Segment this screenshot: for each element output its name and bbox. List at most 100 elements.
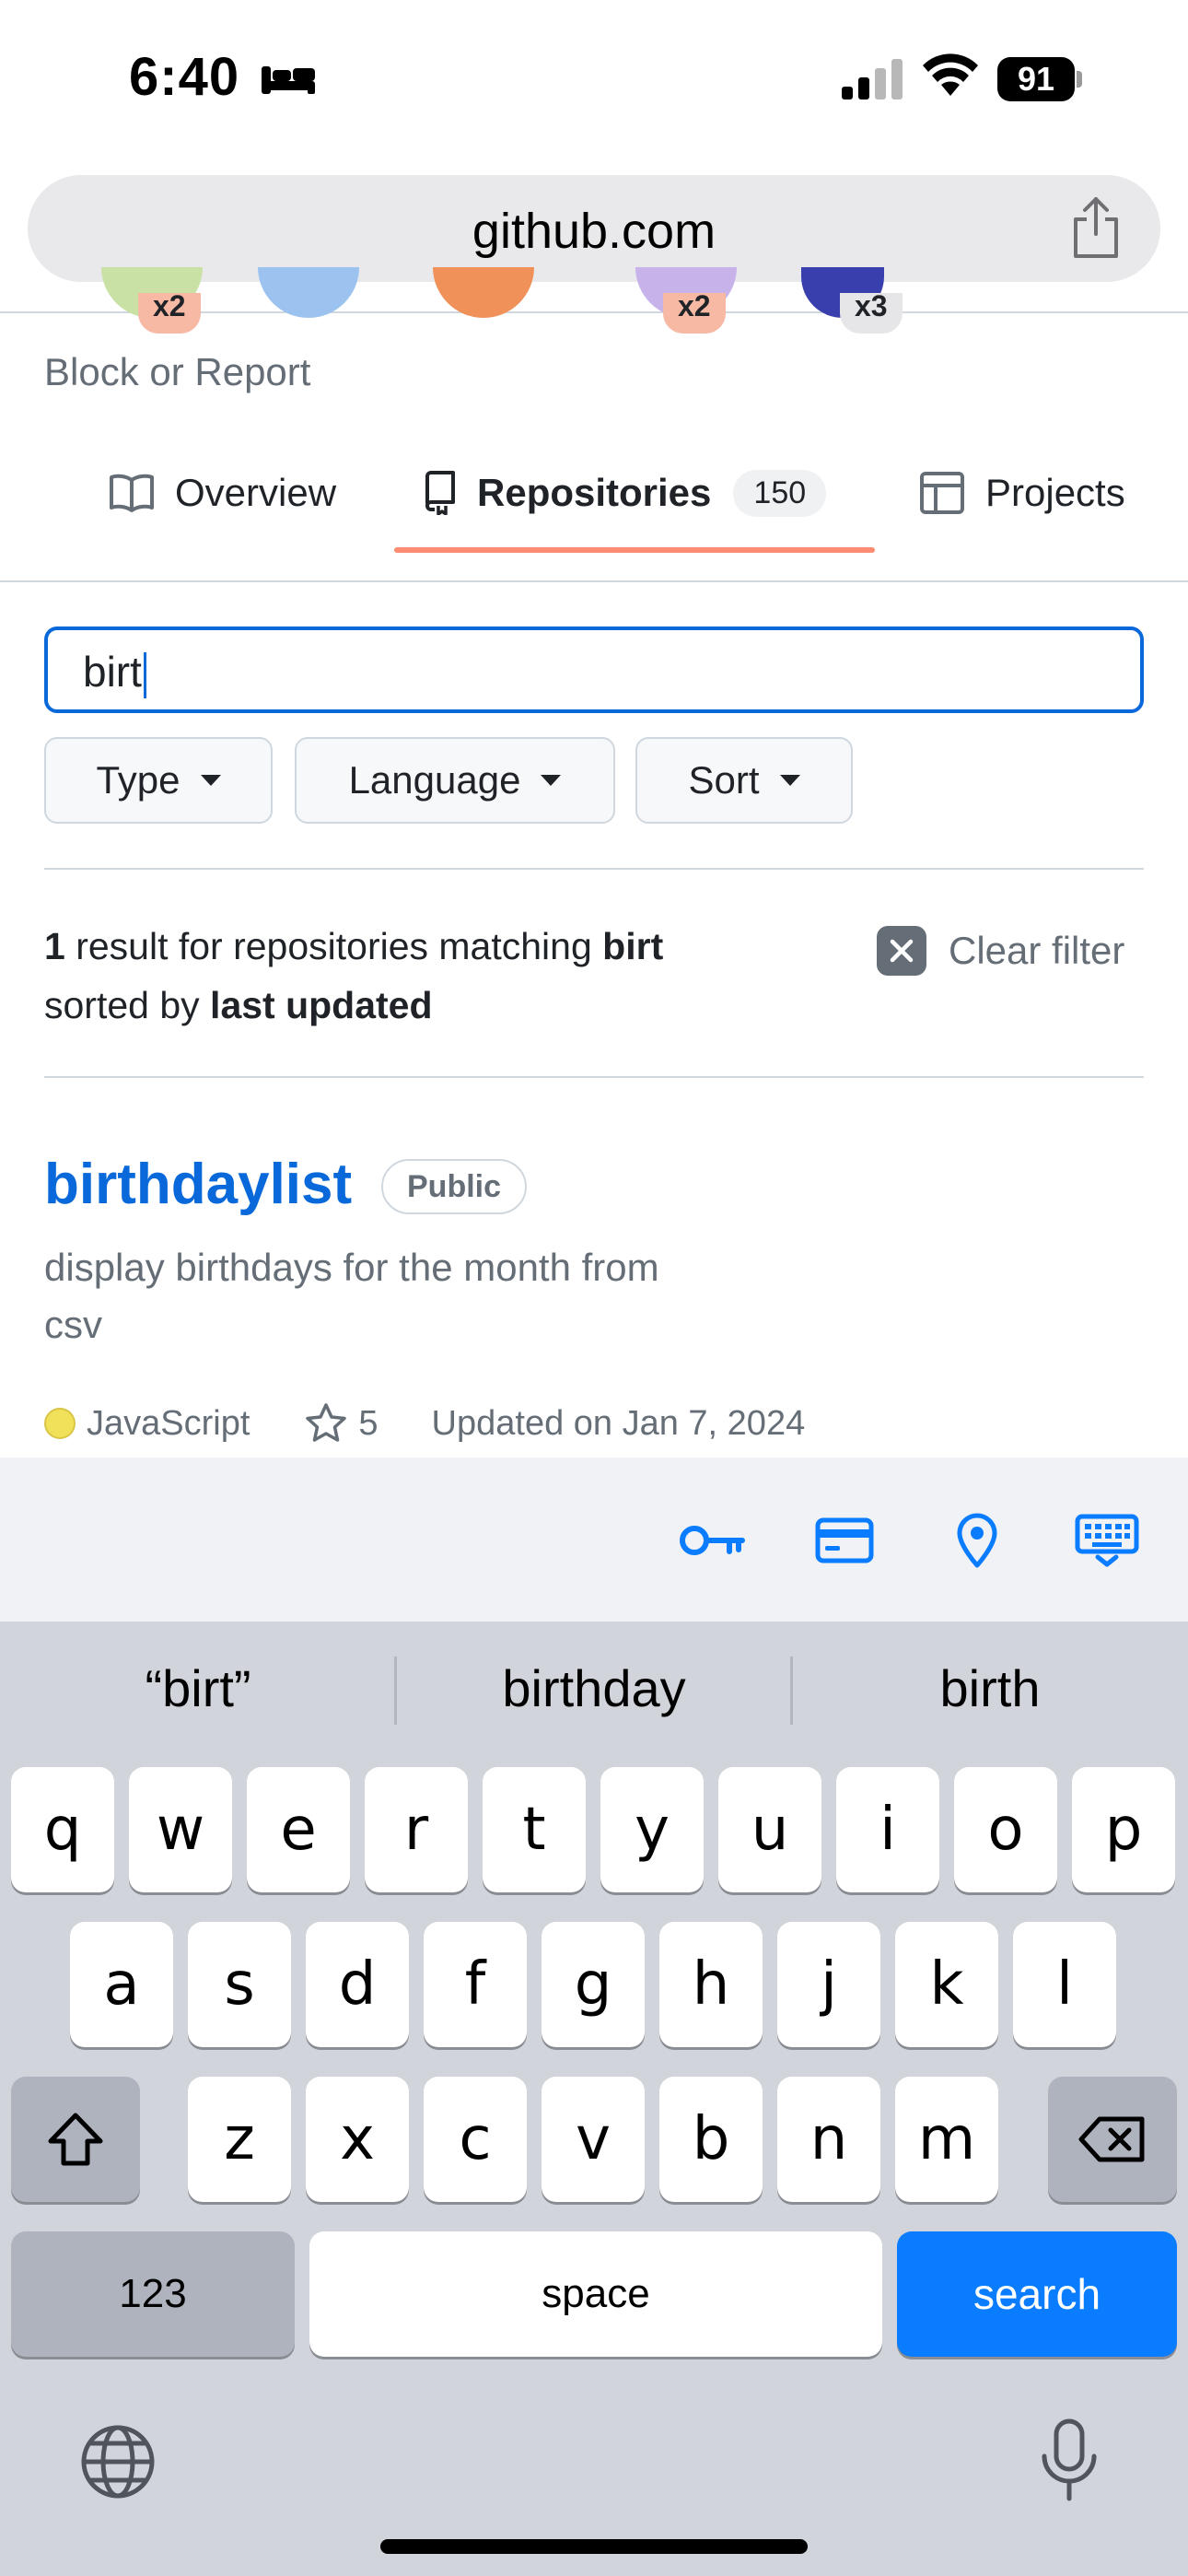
caret-down-icon bbox=[541, 775, 562, 786]
battery-cap bbox=[1077, 71, 1082, 88]
tab-repositories[interactable]: Repositories 150 bbox=[422, 461, 827, 525]
filter-label: Language bbox=[348, 758, 521, 802]
key-n[interactable]: n bbox=[777, 2077, 880, 2202]
keyboard-dismiss-icon[interactable] bbox=[1074, 1513, 1140, 1568]
key-l[interactable]: l bbox=[1013, 1922, 1116, 2047]
filter-label: Sort bbox=[688, 758, 760, 802]
key-r[interactable]: r bbox=[365, 1767, 468, 1892]
star-count[interactable]: 5 bbox=[358, 1404, 378, 1444]
wifi-icon bbox=[923, 53, 978, 96]
key-t[interactable]: t bbox=[483, 1767, 586, 1892]
sort-filter-button[interactable]: Sort bbox=[635, 737, 853, 824]
cellular-signal-icon bbox=[842, 59, 903, 100]
key-h[interactable]: h bbox=[659, 1922, 763, 2047]
clear-filter-label: Clear filter bbox=[949, 929, 1125, 972]
status-time: 6:40 bbox=[129, 47, 240, 107]
backspace-icon bbox=[1078, 2116, 1145, 2162]
search-key[interactable]: search bbox=[897, 2231, 1177, 2357]
visibility-badge: Public bbox=[381, 1159, 528, 1214]
caret-down-icon bbox=[779, 775, 800, 786]
key-o[interactable]: o bbox=[954, 1767, 1057, 1892]
shift-key[interactable] bbox=[11, 2077, 140, 2202]
repo-description: display birthdays for the month from csv bbox=[44, 1246, 659, 1346]
key-j[interactable]: j bbox=[777, 1922, 880, 2047]
caret-down-icon bbox=[200, 775, 221, 786]
repo-language: JavaScript bbox=[87, 1403, 250, 1443]
text-cursor bbox=[143, 651, 146, 698]
battery-level: 91 bbox=[997, 57, 1075, 101]
key-d[interactable]: d bbox=[306, 1922, 409, 2047]
achievement-badge: x2 bbox=[138, 291, 201, 334]
language-color-dot bbox=[44, 1408, 76, 1439]
table-icon bbox=[920, 472, 964, 514]
clear-filter-button[interactable]: Clear filter bbox=[877, 926, 1124, 976]
repo-updated: Updated on Jan 7, 2024 bbox=[431, 1403, 806, 1443]
location-pin-icon[interactable] bbox=[954, 1513, 1000, 1568]
active-tab-indicator bbox=[394, 547, 875, 553]
repo-icon bbox=[425, 471, 455, 515]
repo-name-link[interactable]: birthdaylist bbox=[44, 1152, 352, 1217]
key-v[interactable]: v bbox=[542, 2077, 645, 2202]
status-bar: 6:40 91 bbox=[0, 0, 1188, 161]
repository-search-input[interactable]: birt bbox=[44, 626, 1144, 713]
key-a[interactable]: a bbox=[70, 1922, 173, 2047]
address-bar[interactable]: github.com bbox=[28, 175, 1160, 282]
key-m[interactable]: m bbox=[895, 2077, 998, 2202]
achievement-badge: x2 bbox=[663, 291, 726, 334]
key-i[interactable]: i bbox=[836, 1767, 939, 1892]
key-x[interactable]: x bbox=[306, 2077, 409, 2202]
repo-meta: JavaScript 5 Updated on Jan 7, 2024 bbox=[44, 1396, 805, 1451]
shift-icon bbox=[48, 2113, 103, 2166]
avatar[interactable] bbox=[433, 267, 534, 318]
key-c[interactable]: c bbox=[424, 2077, 527, 2202]
key-s[interactable]: s bbox=[188, 1922, 291, 2047]
suggestion-1[interactable]: “birt” bbox=[0, 1658, 396, 1718]
battery-indicator: 91 bbox=[997, 57, 1082, 101]
suggestion-2[interactable]: birthday bbox=[396, 1658, 792, 1718]
address-text[interactable]: github.com bbox=[28, 203, 1160, 260]
star-icon[interactable] bbox=[305, 1402, 347, 1445]
key-u[interactable]: u bbox=[718, 1767, 821, 1892]
microphone-icon[interactable] bbox=[1039, 2418, 1100, 2504]
delete-key[interactable] bbox=[1048, 2077, 1177, 2202]
search-input-value[interactable]: birt bbox=[83, 647, 146, 698]
share-icon[interactable] bbox=[1068, 195, 1124, 260]
space-key[interactable]: space bbox=[309, 2231, 882, 2357]
key-icon[interactable] bbox=[678, 1513, 746, 1568]
suggestion-3[interactable]: birth bbox=[792, 1658, 1188, 1718]
divider bbox=[44, 1076, 1144, 1078]
numbers-key[interactable]: 123 bbox=[11, 2231, 295, 2357]
keyboard: “birt” birthday birth q w e r t y u i o … bbox=[0, 1622, 1188, 2576]
sleep-focus-icon bbox=[262, 66, 315, 94]
key-g[interactable]: g bbox=[542, 1922, 645, 2047]
language-filter-button[interactable]: Language bbox=[295, 737, 615, 824]
keyboard-accessory-bar bbox=[0, 1458, 1188, 1622]
book-icon bbox=[110, 474, 154, 512]
globe-icon[interactable] bbox=[79, 2423, 157, 2500]
tab-projects[interactable]: Projects bbox=[919, 461, 1125, 525]
key-q[interactable]: q bbox=[11, 1767, 114, 1892]
filter-label: Type bbox=[96, 758, 181, 802]
home-indicator[interactable] bbox=[380, 2539, 808, 2554]
key-w[interactable]: w bbox=[129, 1767, 232, 1892]
key-f[interactable]: f bbox=[424, 1922, 527, 2047]
achievement-badge: x3 bbox=[840, 291, 903, 334]
credit-card-icon[interactable] bbox=[814, 1513, 875, 1568]
tab-overview[interactable]: Overview bbox=[109, 461, 336, 525]
tab-label: Projects bbox=[985, 471, 1125, 514]
profile-tabs: Overview Repositories 150 Projects bbox=[0, 433, 1188, 580]
tab-label: Repositories bbox=[477, 471, 712, 514]
key-k[interactable]: k bbox=[895, 1922, 998, 2047]
close-icon bbox=[877, 926, 926, 976]
key-b[interactable]: b bbox=[659, 2077, 763, 2202]
block-or-report-link[interactable]: Block or Report bbox=[44, 350, 310, 394]
repository-count-badge: 150 bbox=[733, 469, 827, 517]
key-z[interactable]: z bbox=[188, 2077, 291, 2202]
key-y[interactable]: y bbox=[600, 1767, 704, 1892]
type-filter-button[interactable]: Type bbox=[44, 737, 273, 824]
divider bbox=[44, 868, 1144, 870]
key-e[interactable]: e bbox=[247, 1767, 350, 1892]
avatar[interactable] bbox=[258, 267, 359, 318]
tab-label: Overview bbox=[175, 471, 337, 514]
key-p[interactable]: p bbox=[1072, 1767, 1175, 1892]
